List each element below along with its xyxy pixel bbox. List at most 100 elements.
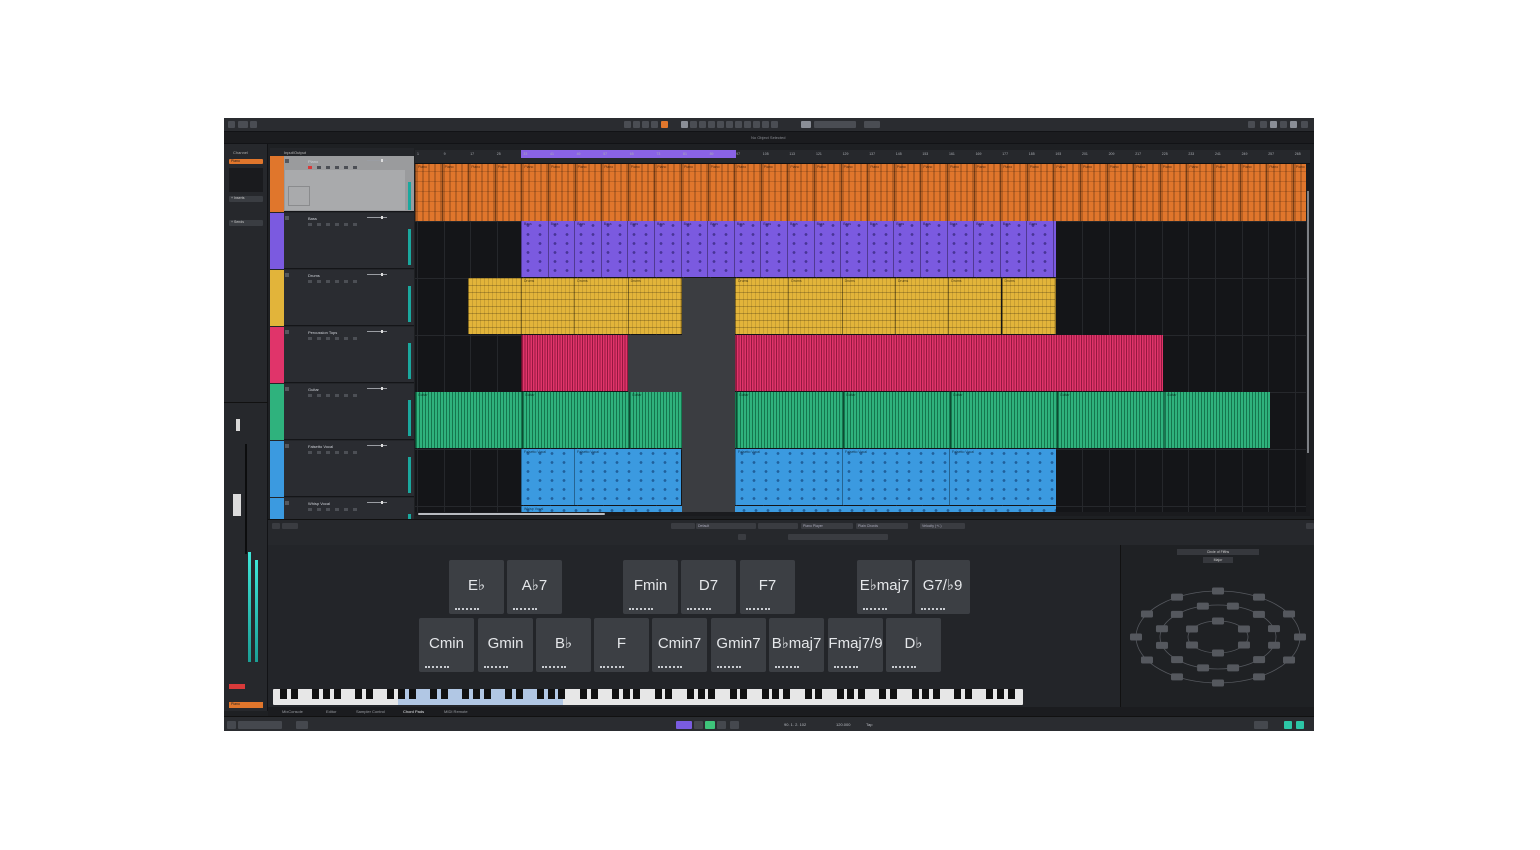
freeze-button[interactable]: [353, 166, 357, 169]
pad-option[interactable]: [738, 534, 746, 540]
position-display[interactable]: 90. 1. 2. 102: [784, 722, 806, 727]
instrument-select[interactable]: Piano Player: [801, 523, 853, 529]
track-volume-slider[interactable]: [367, 273, 387, 276]
range-tool-icon[interactable]: [690, 121, 697, 128]
record-enable-button[interactable]: [229, 684, 245, 689]
circle-inner-node[interactable]: [1237, 625, 1250, 633]
chord-pad[interactable]: E♭maj7: [857, 560, 912, 614]
mute-button[interactable]: [308, 394, 312, 397]
black-key[interactable]: [697, 689, 705, 699]
clip[interactable]: Piano: [521, 164, 548, 221]
split-tool-icon[interactable]: [699, 121, 706, 128]
circle-inner-node[interactable]: [1212, 649, 1224, 657]
clip[interactable]: Piano: [734, 164, 761, 221]
clip[interactable]: Piano: [1239, 164, 1267, 221]
black-key[interactable]: [633, 689, 641, 699]
circle-inner-node[interactable]: [1237, 641, 1250, 649]
black-key[interactable]: [387, 689, 395, 699]
clip[interactable]: Bass: [920, 221, 947, 277]
metronome-button[interactable]: [1254, 721, 1268, 729]
black-key[interactable]: [440, 689, 448, 699]
track-header[interactable]: Bass: [270, 213, 414, 269]
clip[interactable]: Piano: [1213, 164, 1240, 221]
layout-icon[interactable]: [1280, 121, 1287, 128]
marker-button[interactable]: [296, 721, 308, 729]
black-key[interactable]: [740, 689, 748, 699]
clip[interactable]: Bass: [547, 221, 575, 277]
clip[interactable]: Piano: [814, 164, 841, 221]
tap-tempo-button[interactable]: Tap: [866, 722, 872, 727]
window-button[interactable]: [1306, 523, 1314, 529]
black-key[interactable]: [836, 689, 844, 699]
black-key[interactable]: [708, 689, 716, 699]
clip[interactable]: [521, 335, 628, 391]
track-volume-slider[interactable]: [367, 159, 387, 162]
track-name[interactable]: Falsetto Vocal: [308, 444, 333, 449]
clip[interactable]: Bass: [574, 221, 601, 277]
black-key[interactable]: [1007, 689, 1015, 699]
circle-middle-node[interactable]: [1268, 641, 1281, 649]
chord-pad[interactable]: D♭: [886, 618, 941, 672]
chord-pad[interactable]: Fmaj7/9: [828, 618, 883, 672]
black-key[interactable]: [761, 689, 769, 699]
pan-knob[interactable]: [236, 419, 240, 431]
rewind-button[interactable]: [730, 721, 739, 729]
clip[interactable]: Piano: [787, 164, 814, 221]
black-key[interactable]: [590, 689, 598, 699]
circle-outer-node[interactable]: [1294, 633, 1306, 641]
freeze-button[interactable]: [353, 280, 357, 283]
circle-inner-node[interactable]: [1212, 617, 1224, 625]
black-key[interactable]: [430, 689, 437, 699]
piano-keyboard[interactable]: [273, 689, 1023, 705]
circle-middle-node[interactable]: [1170, 610, 1183, 618]
write-button[interactable]: [335, 337, 339, 340]
black-key[interactable]: [504, 689, 512, 699]
clip[interactable]: Bass: [946, 221, 974, 277]
clip[interactable]: Falsetto Vocal: [949, 449, 1056, 505]
track-name[interactable]: Whisp Vocal: [308, 501, 330, 506]
black-key[interactable]: [858, 689, 865, 699]
black-key[interactable]: [847, 689, 855, 699]
black-key[interactable]: [997, 689, 1005, 699]
clip[interactable]: Piano: [947, 164, 974, 221]
clip[interactable]: Piano: [840, 164, 868, 221]
clip[interactable]: Bass: [733, 221, 761, 277]
solo-button[interactable]: [317, 394, 321, 397]
scroll-thumb[interactable]: [1307, 191, 1309, 453]
write-button[interactable]: [335, 451, 339, 454]
black-key[interactable]: [932, 689, 940, 699]
black-key[interactable]: [922, 689, 930, 699]
chord-pad[interactable]: B♭: [536, 618, 591, 672]
clip[interactable]: Bass: [707, 221, 734, 277]
circle-outer-node[interactable]: [1171, 593, 1183, 601]
chord-pad[interactable]: E♭: [449, 560, 504, 614]
freeze-button[interactable]: [353, 451, 357, 454]
edit-button[interactable]: [344, 451, 348, 454]
circle-middle-node[interactable]: [1196, 602, 1209, 610]
chord-pad[interactable]: B♭maj7: [769, 618, 824, 672]
clip[interactable]: Piano: [1106, 164, 1134, 221]
clip[interactable]: Piano: [1133, 164, 1160, 221]
circle-outer-node[interactable]: [1171, 673, 1183, 681]
clip[interactable]: Piano: [760, 164, 788, 221]
clip[interactable]: Piano: [468, 164, 495, 221]
edit-button[interactable]: [344, 337, 348, 340]
lower-zone-tab[interactable]: MixConsole: [282, 709, 303, 714]
clip[interactable]: Drums: [1001, 278, 1055, 334]
track-name[interactable]: Bass: [308, 216, 317, 221]
record-mode-icon[interactable]: [661, 121, 668, 128]
vertical-scrollbar[interactable]: [1306, 164, 1310, 513]
black-key[interactable]: [408, 689, 416, 699]
clip[interactable]: Piano: [654, 164, 681, 221]
zoom-tool-icon[interactable]: [726, 121, 733, 128]
write-button[interactable]: [335, 280, 339, 283]
clip[interactable]: Piano: [494, 164, 522, 221]
clip[interactable]: Bass: [893, 221, 920, 277]
read-button[interactable]: [326, 394, 330, 397]
circle-middle-node[interactable]: [1226, 602, 1239, 610]
clip[interactable]: [468, 278, 521, 334]
clip[interactable]: Bass: [840, 221, 867, 277]
black-key[interactable]: [290, 689, 298, 699]
edit-button[interactable]: [344, 223, 348, 226]
circle-title[interactable]: Circle of Fifths: [1177, 549, 1259, 555]
